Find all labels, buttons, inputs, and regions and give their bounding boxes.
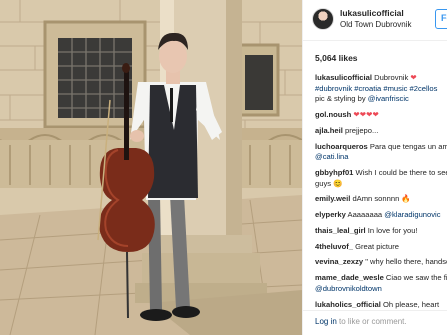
- comment-mention[interactable]: @cati.lina: [315, 152, 348, 161]
- comment-item: 4theluvof_ Great picture: [315, 242, 447, 253]
- comment-text: " why hello there, handsome 😍: [365, 257, 447, 267]
- comment-username[interactable]: vevina_zexzy: [315, 257, 363, 266]
- comment-username[interactable]: ajla.heil: [315, 126, 343, 135]
- caption-hashtags[interactable]: #dubrovnik #croatia #music #2cellos: [315, 84, 437, 93]
- comment-item: elyperky Aaaaaaaa @klaradigunovic: [315, 210, 447, 221]
- comment-item: luchoarqueros Para que tengas un amanece…: [315, 142, 447, 163]
- comment-text: Aaaaaaaa: [345, 210, 385, 220]
- login-link[interactable]: Log in: [315, 317, 337, 326]
- comment-username[interactable]: luchoarqueros: [315, 142, 368, 151]
- post-username[interactable]: lukasulicofficial: [340, 8, 404, 18]
- comment-username[interactable]: gbbyhpf01: [315, 168, 353, 177]
- comment-username[interactable]: lukaholics_official: [315, 300, 381, 309]
- comment-item: emily.weil dAmn sonnnn 🔥: [315, 194, 447, 205]
- comment-item: lukaholics_official Oh please, heart: [315, 300, 447, 311]
- heart-emoji: ❤: [410, 73, 417, 82]
- comment-item: vevina_zexzy " why hello there, handsome…: [315, 257, 447, 268]
- comment-username[interactable]: 4theluvof_: [315, 242, 353, 251]
- comment-text: dAmn sonnnn 🔥: [350, 194, 411, 204]
- comment-text: In love for you!: [365, 225, 418, 235]
- profile-avatar[interactable]: [312, 8, 334, 30]
- caption-credit: pic & styling by: [315, 94, 368, 104]
- comment-username[interactable]: gol.noush: [315, 110, 351, 119]
- comment-item: gol.noush ❤❤❤❤: [315, 110, 447, 121]
- caption-mention[interactable]: @ivanfriscic: [368, 94, 409, 103]
- comment-text: Great picture: [352, 241, 399, 251]
- post-header: lukasulicofficial Old Town Dubrovnik Fol…: [303, 0, 447, 41]
- comment-username[interactable]: emily.weil: [315, 194, 350, 203]
- login-prompt-text: to like or comment.: [336, 317, 407, 326]
- comment-text: Oh please, heart: [380, 299, 440, 309]
- cellist-photo-illustration: [0, 0, 302, 335]
- likes-count[interactable]: 5,064 likes: [315, 53, 358, 63]
- comment-text: Ciao we saw the fine chap: [385, 273, 447, 283]
- comment-mention[interactable]: @klaradigunovic: [384, 210, 440, 219]
- comment-item: ajla.heil prejjepo...: [315, 126, 447, 137]
- post-location[interactable]: Old Town Dubrovnik: [340, 20, 411, 29]
- caption-username[interactable]: lukasulicofficial: [315, 73, 372, 82]
- comment-item: thais_leal_girl In love for you!: [315, 226, 447, 237]
- comment-item: gbbyhpf01 Wish I could be there to see y…: [315, 168, 447, 189]
- login-prompt: Log in to like or comment.: [315, 317, 407, 326]
- comment-username[interactable]: thais_leal_girl: [315, 226, 366, 235]
- caption-text: Dubrovnik: [371, 73, 411, 82]
- follow-button[interactable]: Follow: [435, 9, 447, 29]
- post-photo[interactable]: [0, 0, 302, 335]
- comment-username[interactable]: mame_dade_wesle: [315, 273, 384, 282]
- comment-text: prejjepo...: [342, 125, 379, 135]
- post-details-panel: lukasulicofficial Old Town Dubrovnik Fol…: [302, 0, 447, 335]
- caption: lukasulicofficial Dubrovnik ❤ #dubrovnik…: [315, 73, 447, 105]
- comment-item: mame_dade_wesle Ciao we saw the fine cha…: [315, 273, 447, 294]
- comment-hearts: ❤❤❤❤: [353, 109, 379, 119]
- comments-list: lukasulicofficial Dubrovnik ❤ #dubrovnik…: [315, 73, 447, 315]
- comment-mention[interactable]: @dubrovnikoldtown: [315, 284, 382, 293]
- comment-text: Para que tengas un amanecer: [369, 141, 447, 151]
- comment-username[interactable]: elyperky: [315, 210, 346, 219]
- footer-divider: [303, 310, 447, 311]
